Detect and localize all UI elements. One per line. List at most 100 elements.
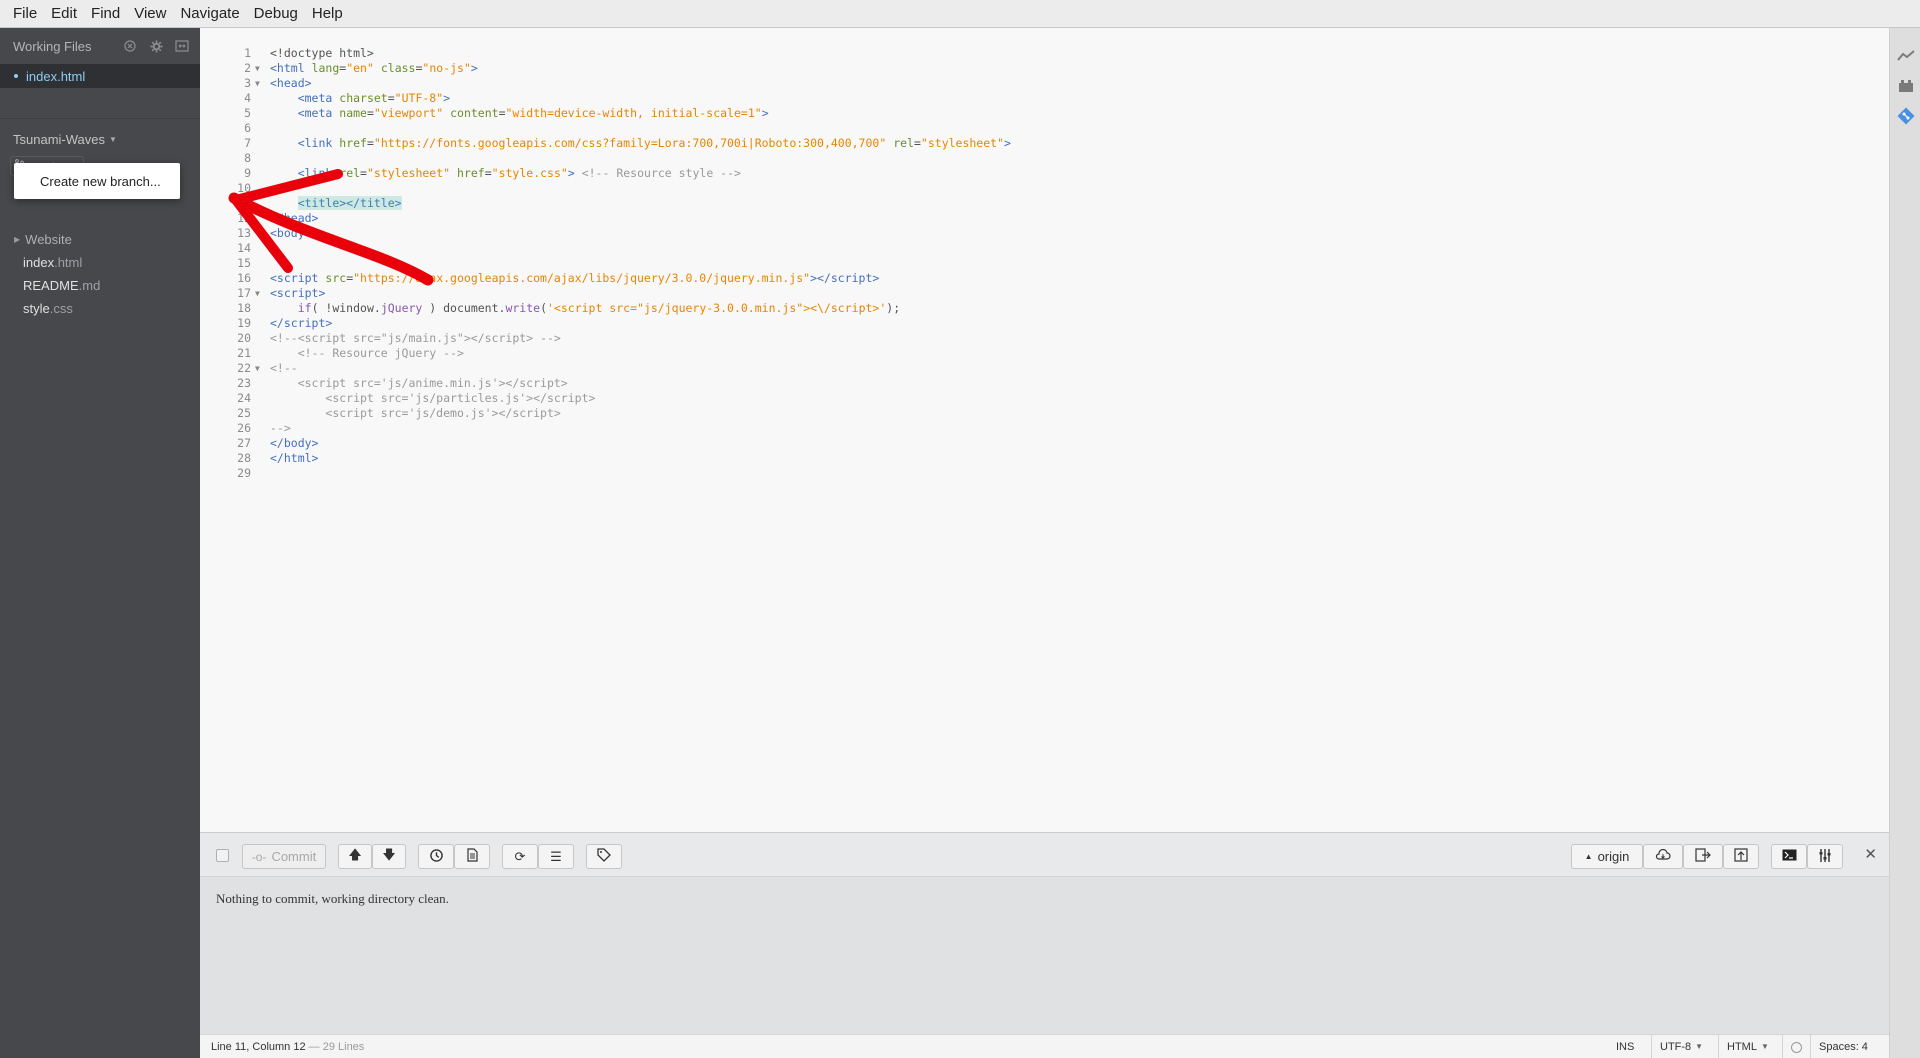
split-icon[interactable] xyxy=(174,38,190,54)
menu-navigate[interactable]: Navigate xyxy=(173,0,246,28)
close-icon[interactable]: ✕ xyxy=(1864,845,1877,863)
git-fetch-button[interactable] xyxy=(1643,844,1683,869)
code-line[interactable]: 10 xyxy=(200,181,1880,196)
line-number: 25 xyxy=(237,406,251,420)
code-text: <!doctype html> xyxy=(270,46,374,60)
code-line[interactable]: 29 xyxy=(200,466,1880,481)
file-tree: ▶ Website index .html README .md style .css xyxy=(0,228,200,320)
code-line[interactable]: 21 <!-- Resource jQuery --> xyxy=(200,346,1880,361)
insert-mode-toggle[interactable]: INS xyxy=(1608,1035,1650,1058)
menu-debug[interactable]: Debug xyxy=(247,0,305,28)
branch-dropdown-create-new-branch[interactable]: Create new branch... xyxy=(14,163,180,199)
tag-icon xyxy=(597,848,611,865)
tree-folder-website[interactable]: ▶ Website xyxy=(0,228,200,251)
code-line[interactable]: 9 <link rel="stylesheet" href="style.css… xyxy=(200,166,1880,181)
live-preview-icon[interactable] xyxy=(1896,46,1916,66)
git-menu-button[interactable]: ☰ xyxy=(538,844,574,869)
settings-icon[interactable] xyxy=(148,38,164,54)
fold-toggle-icon[interactable]: ▼ xyxy=(255,76,265,91)
code-text: </html> xyxy=(270,451,319,465)
code-line[interactable]: 19 </script> xyxy=(200,316,1880,331)
code-text: <body> xyxy=(270,226,312,240)
code-line[interactable]: 23 <script src='js/anime.min.js'></scrip… xyxy=(200,376,1880,391)
code-line[interactable]: 5 <meta name="viewport" content="width=d… xyxy=(200,106,1880,121)
commit-button[interactable]: -o- Commit xyxy=(242,844,326,869)
code-line[interactable]: 20 <!--<script src="js/main.js"></script>… xyxy=(200,331,1880,346)
git-file-history-button[interactable] xyxy=(454,844,490,869)
extensions-icon[interactable] xyxy=(1896,76,1916,96)
menu-edit[interactable]: Edit xyxy=(44,0,84,28)
code-line[interactable]: 24 <script src='js/particles.js'></scrip… xyxy=(200,391,1880,406)
tree-file-readme[interactable]: README .md xyxy=(0,274,200,297)
code-line[interactable]: 27 </body> xyxy=(200,436,1880,451)
select-all-checkbox[interactable] xyxy=(216,849,229,862)
code-line[interactable]: 26 --> xyxy=(200,421,1880,436)
code-line[interactable]: 14 xyxy=(200,241,1880,256)
language-select[interactable]: HTML ▼ xyxy=(1718,1035,1782,1058)
fold-toggle-icon[interactable]: ▼ xyxy=(255,361,265,376)
working-file-name: index.html xyxy=(26,68,86,84)
dropdown-item-label: Create new branch... xyxy=(40,173,161,189)
git-icon[interactable] xyxy=(1896,106,1916,126)
git-pull-button[interactable] xyxy=(1683,844,1723,869)
mode-label: INS xyxy=(1616,1041,1635,1053)
indent-setting[interactable]: Spaces: 4 xyxy=(1810,1035,1889,1058)
git-push-button[interactable] xyxy=(1723,844,1759,869)
line-number: 9 xyxy=(244,166,251,180)
code-line[interactable]: 28 </html> xyxy=(200,451,1880,466)
refresh-icon: ⟳ xyxy=(514,848,526,864)
git-tag-button[interactable] xyxy=(586,844,622,869)
menu-help[interactable]: Help xyxy=(305,0,350,28)
code-line[interactable]: 18 if( !window.jQuery ) document.write('… xyxy=(200,301,1880,316)
code-text: <script src='js/particles.js'></script> xyxy=(325,391,596,405)
git-history-button[interactable] xyxy=(418,844,454,869)
git-next-button[interactable]: 🡇 xyxy=(372,844,406,869)
git-refresh-button[interactable]: ⟳ xyxy=(502,844,538,869)
menu-view[interactable]: View xyxy=(127,0,173,28)
code-line[interactable]: 17 ▼ <script> xyxy=(200,286,1880,301)
push-icon xyxy=(1734,848,1748,865)
code-line[interactable]: 2 ▼ <html lang="en" class="no-js"> xyxy=(200,61,1880,76)
tree-item-ext: .md xyxy=(78,278,101,293)
code-text: <script src='js/anime.min.js'></script> xyxy=(297,376,568,390)
line-number: 3 xyxy=(244,76,251,90)
code-line[interactable]: 16 <script src="https://ajax.googleapis.c… xyxy=(200,271,1880,286)
remote-origin-button[interactable]: ▲ origin xyxy=(1571,844,1643,869)
code-line[interactable]: 6 xyxy=(200,121,1880,136)
git-terminal-button[interactable] xyxy=(1771,844,1807,869)
git-settings-button[interactable] xyxy=(1807,844,1843,869)
encoding-select[interactable]: UTF-8 ▼ xyxy=(1651,1035,1718,1058)
menu-find[interactable]: Find xyxy=(84,0,127,28)
line-number: 8 xyxy=(244,151,251,165)
code-text: <head> xyxy=(270,76,312,90)
line-number: 10 xyxy=(237,181,251,195)
code-line[interactable]: 8 xyxy=(200,151,1880,166)
code-line[interactable]: 11 <title></title> xyxy=(200,196,1880,211)
code-line[interactable]: 3 ▼ <head> xyxy=(200,76,1880,91)
code-line[interactable]: 25 <script src='js/demo.js'></script> xyxy=(200,406,1880,421)
fold-toggle-icon[interactable]: ▼ xyxy=(255,286,265,301)
code-line[interactable]: 22 ▼ <!-- xyxy=(200,361,1880,376)
menu-file[interactable]: File xyxy=(6,0,44,28)
code-line[interactable]: 1 <!doctype html> xyxy=(200,46,1880,61)
settings-icon xyxy=(1818,848,1832,865)
sidebar-divider xyxy=(0,118,200,119)
close-all-icon[interactable] xyxy=(122,38,138,54)
git-prev-button[interactable]: 🡅 xyxy=(338,844,372,869)
line-number: 27 xyxy=(237,436,251,450)
language-label: HTML xyxy=(1727,1041,1757,1053)
code-line[interactable]: 12 </head> xyxy=(200,211,1880,226)
code-line[interactable]: 4 <meta charset="UTF-8"> xyxy=(200,91,1880,106)
code-editor[interactable]: 1 <!doctype html> 2 ▼ <html lang="en" class=… xyxy=(200,28,1889,832)
working-file-item[interactable]: index.html xyxy=(0,64,200,88)
tree-file-style[interactable]: style .css xyxy=(0,297,200,320)
cursor-position: Line 11, Column 12 — 29 Lines xyxy=(211,1041,364,1053)
tree-file-index[interactable]: index .html xyxy=(0,251,200,274)
project-selector[interactable]: Tsunami-Waves ▼ xyxy=(0,132,200,147)
code-line[interactable]: 15 xyxy=(200,256,1880,271)
code-line[interactable]: 7 <link href="https://fonts.googleapis.c… xyxy=(200,136,1880,151)
line-number: 29 xyxy=(237,466,251,480)
code-line[interactable]: 13 <body> xyxy=(200,226,1880,241)
fold-toggle-icon[interactable]: ▼ xyxy=(255,61,265,76)
linter-status[interactable] xyxy=(1782,1035,1810,1058)
